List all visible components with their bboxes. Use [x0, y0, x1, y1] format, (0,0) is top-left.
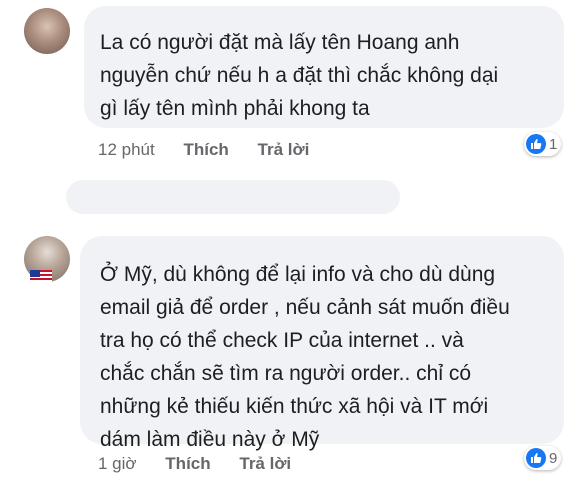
- us-flag-icon: [30, 270, 52, 282]
- like-button[interactable]: Thích: [183, 140, 228, 159]
- reaction-badge[interactable]: 1: [524, 132, 562, 156]
- reaction-count: 9: [549, 449, 558, 467]
- comment-text: Ở Mỹ, dù không để lại info và cho dù dùn…: [100, 263, 510, 451]
- avatar[interactable]: [24, 8, 70, 54]
- like-icon: [526, 134, 546, 154]
- comment-time[interactable]: 12 phút: [98, 140, 155, 159]
- like-button[interactable]: Thích: [165, 454, 210, 473]
- like-icon: [526, 448, 546, 468]
- blurred-comment-bubble: [66, 180, 400, 214]
- comment-actions: 12 phút Thích Trả lời: [98, 140, 333, 160]
- comment-text: La có người đặt mà lấy tên Hoang anh ngu…: [100, 31, 499, 120]
- reply-button[interactable]: Trả lời: [258, 140, 310, 159]
- reply-button[interactable]: Trả lời: [239, 454, 291, 473]
- comment-actions: 1 giờ Thích Trả lời: [98, 454, 315, 474]
- reaction-badge[interactable]: 9: [524, 446, 562, 470]
- comment-time[interactable]: 1 giờ: [98, 454, 137, 473]
- reaction-count: 1: [549, 135, 558, 153]
